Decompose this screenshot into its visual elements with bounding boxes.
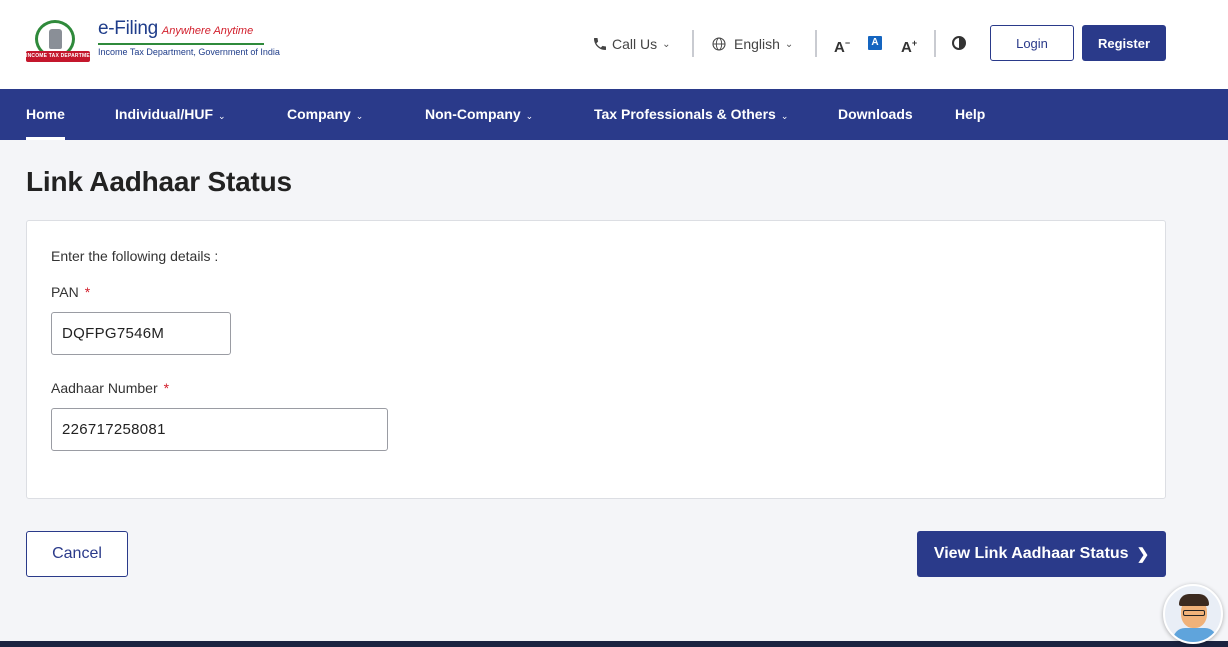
nav-item-tax-professionals[interactable]: Tax Professionals & Others ⌄ (594, 89, 788, 140)
globe-icon (712, 37, 726, 51)
phone-icon (594, 38, 606, 50)
call-us-dropdown[interactable]: Call Us ⌄ (592, 28, 671, 60)
main-nav: Home Individual/HUF ⌄ Company ⌄ Non-Compan… (0, 89, 1228, 140)
national-emblem-icon: INCOME TAX DEPARTMENT (26, 18, 92, 64)
footer-strip (0, 641, 1228, 647)
language-dropdown[interactable]: English ⌄ (711, 28, 793, 60)
header-divider (815, 30, 817, 57)
chevron-down-icon: ⌄ (662, 38, 671, 50)
chevron-down-icon: ⌄ (784, 38, 794, 50)
nav-item-help[interactable]: Help (955, 89, 985, 140)
chatbot-avatar-icon[interactable] (1163, 584, 1223, 644)
header-divider (934, 30, 936, 57)
language-label: English (734, 36, 780, 52)
font-decrease-button[interactable]: A− (834, 33, 850, 56)
register-button[interactable]: Register (1082, 25, 1166, 61)
login-button[interactable]: Login (990, 25, 1074, 61)
font-increase-button[interactable]: A+ (901, 33, 917, 56)
form-instructions: Enter the following details : (51, 248, 219, 264)
department-name: Income Tax Department, Government of Ind… (98, 47, 280, 57)
chevron-down-icon: ⌄ (218, 111, 226, 121)
aadhaar-label: Aadhaar Number * (51, 380, 170, 396)
cancel-button[interactable]: Cancel (26, 531, 128, 577)
font-normal-button[interactable]: A (868, 36, 882, 50)
header-divider (692, 30, 694, 57)
required-marker: * (84, 284, 91, 300)
page-title: Link Aadhaar Status (26, 166, 292, 197)
required-marker: * (163, 380, 170, 396)
nav-item-non-company[interactable]: Non-Company ⌄ (425, 89, 533, 140)
nav-item-company[interactable]: Company ⌄ (287, 89, 363, 140)
nav-item-downloads[interactable]: Downloads (838, 89, 913, 140)
call-us-label: Call Us (612, 36, 658, 52)
nav-item-home[interactable]: Home (26, 89, 65, 140)
pan-input[interactable] (51, 312, 231, 355)
top-header: INCOME TAX DEPARTMENT e-Filing Anywhere … (0, 0, 1228, 89)
pan-label: PAN * (51, 284, 91, 300)
emblem-ribbon: INCOME TAX DEPARTMENT (26, 51, 90, 62)
chevron-down-icon: ⌄ (780, 111, 789, 121)
view-link-aadhaar-status-button[interactable]: View Link Aadhaar Status ❯ (917, 531, 1166, 577)
chevron-down-icon: ⌄ (525, 111, 534, 121)
brand-name: e-Filing (98, 18, 158, 39)
aadhaar-number-input[interactable] (51, 408, 388, 451)
chevron-down-icon: ⌄ (355, 111, 364, 121)
chevron-right-icon: ❯ (1136, 546, 1150, 563)
details-form-card: Enter the following details : PAN* Aadha… (26, 220, 1166, 499)
efiling-logo[interactable]: INCOME TAX DEPARTMENT e-Filing Anywhere … (26, 18, 280, 64)
contrast-toggle-icon[interactable] (952, 36, 966, 50)
brand-tagline: Anywhere Anytime (161, 25, 254, 37)
nav-item-individual-huf[interactable]: Individual/HUF ⌄ (115, 89, 226, 140)
